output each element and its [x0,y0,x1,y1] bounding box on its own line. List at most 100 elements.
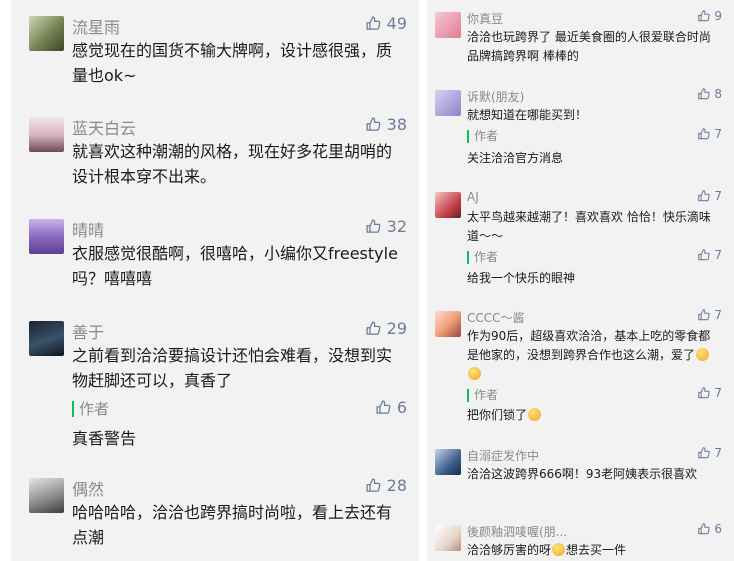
like-count: 9 [714,9,722,23]
thumbs-up-icon [366,16,380,30]
author-reply-text: 把你们锁了 [467,406,542,423]
commenter-name[interactable]: 流星雨 [72,14,120,38]
like-count: 7 [714,127,722,141]
author-reply-body: 把你们锁了 [467,408,528,422]
comment-text: 洽洽这波跨界666啊！93老阿姨表示很喜欢 [467,467,698,481]
avatar[interactable] [435,192,461,218]
author-reply-label: 作者 [467,130,498,143]
like-button[interactable]: 49 [365,14,407,33]
like-count: 38 [386,115,407,134]
author-reply-text: 真香警告 [72,429,137,448]
commenter-name[interactable]: 偶然 [72,476,104,500]
commenter-name[interactable]: CCCC～酱 [467,309,525,326]
comment-item: 後颜釉泗唛喔(朋... 6 洽洽够厉害的呀 想去买一件 [427,521,734,561]
avatar[interactable] [29,16,64,51]
author-reply-label: 作者 [467,389,498,402]
comment-item: 你真豆 9 洽洽也玩跨界了 最近美食圈的人很爱联合时尚品牌搞跨界啊 棒棒的 [427,8,734,68]
author-like-button[interactable]: 7 [697,248,722,262]
grinning-emoji-icon [696,348,710,361]
comment-text: 太平鸟越来越潮了！喜欢喜欢 恰恰！快乐滴味道～～ [467,210,711,243]
like-count: 7 [714,446,722,460]
like-count: 7 [714,248,722,262]
avatar[interactable] [29,478,64,513]
comment-text: 之前看到洽洽要搞设计还怕会难看，没想到实物赶脚还可以，真香了 [72,346,393,390]
author-reply-label: 作者 [467,251,498,264]
comment-text: 哈哈哈哈，洽洽也跨界搞时尚啦，看上去还有点潮 [72,503,393,547]
thumbs-up-icon [697,128,710,140]
like-count: 28 [386,476,407,495]
comment-item: CCCC～酱 7 作为90后，超级喜欢洽洽，基本上吃的零食都是他家的，没想到跨界… [427,307,734,427]
comment-item: 自溺症发作中 7 洽洽这波跨界666啊！93老阿姨表示很喜欢 [427,445,734,505]
like-count: 6 [396,398,407,417]
like-button[interactable]: 32 [365,217,407,236]
grinning-emoji-icon [552,543,566,556]
comment-text: 就喜欢这种潮潮的风格，现在好多花里胡哨的设计根本穿不出来。 [72,142,393,186]
avatar[interactable] [435,12,461,38]
thumbs-up-icon [697,88,710,100]
grinning-emoji-icon [468,367,481,380]
like-count: 29 [386,319,407,338]
avatar[interactable] [435,90,461,116]
thumbs-up-icon [366,321,380,335]
avatar[interactable] [435,525,461,551]
thumbs-up-icon [366,478,380,492]
comment-text: 作为90后，超级喜欢洽洽，基本上吃的零食都是他家的，没想到跨界合作也这么潮，爱了 [467,327,722,384]
commenter-name[interactable]: AJ [467,190,479,204]
like-count: 32 [386,217,407,236]
like-button[interactable]: 9 [697,9,722,23]
left-comment-panel: 流星雨 49 感觉现在的国货不输大牌啊，设计感很强，质量也ok~ 蓝天白云 38… [11,0,419,561]
like-count: 8 [714,87,722,101]
commenter-name[interactable]: 自溺症发作中 [467,447,539,464]
author-like-button[interactable]: 7 [697,386,722,400]
comment-text-part: 洽洽够厉害的呀 [467,543,552,557]
like-button[interactable]: 7 [697,189,722,203]
comment-text-part: 想去买一件 [566,543,627,557]
like-button[interactable]: 29 [365,319,407,338]
commenter-name[interactable]: 後颜釉泗唛喔(朋... [467,523,567,540]
like-button[interactable]: 28 [365,476,407,495]
like-button[interactable]: 6 [697,522,722,536]
thumbs-up-icon [697,10,710,22]
thumbs-up-icon [697,387,710,399]
like-count: 7 [714,386,722,400]
like-button[interactable]: 8 [697,87,722,101]
thumbs-up-icon [697,249,710,261]
avatar[interactable] [29,219,64,254]
thumbs-up-icon [376,400,391,414]
grinning-emoji-icon [528,408,542,421]
like-button[interactable]: 38 [365,115,407,134]
like-count: 7 [714,308,722,322]
like-count: 6 [714,522,722,536]
like-count: 49 [386,14,407,33]
avatar[interactable] [29,321,64,356]
thumbs-up-icon [697,447,710,459]
comment-item: AJ 7 太平鸟越来越潮了！喜欢喜欢 恰恰！快乐滴味道～～ 作者 7 给我一个快… [427,188,734,288]
commenter-name[interactable]: 诉默(朋友) [467,88,524,105]
comment-item: 偶然 28 哈哈哈哈，洽洽也跨界搞时尚啦，看上去还有点潮 [11,472,419,557]
thumbs-up-icon [697,309,710,321]
avatar[interactable] [435,311,461,337]
thumbs-up-icon [697,523,710,535]
commenter-name[interactable]: 晴晴 [72,217,104,241]
author-like-button[interactable]: 6 [375,398,407,417]
avatar[interactable] [29,117,64,152]
comment-item: 诉默(朋友) 8 就想知道在哪能买到！ 作者 7 关注洽洽官方消息 [427,86,734,171]
comment-text: 衣服感觉很酷啊，很嘻哈，小编你又freestyle吗？嘻嘻嘻 [72,244,398,288]
thumbs-up-icon [366,219,380,233]
author-reply-label: 作者 [72,401,109,417]
like-button[interactable]: 7 [697,308,722,322]
author-like-button[interactable]: 7 [697,127,722,141]
commenter-name[interactable]: 蓝天白云 [72,115,136,139]
right-comment-panel: 你真豆 9 洽洽也玩跨界了 最近美食圈的人很爱联合时尚品牌搞跨界啊 棒棒的 诉默… [427,0,734,561]
comment-text: 洽洽也玩跨界了 最近美食圈的人很爱联合时尚品牌搞跨界啊 棒棒的 [467,30,711,63]
thumbs-up-icon [366,117,380,131]
comment-text: 感觉现在的国货不输大牌啊，设计感很强，质量也ok~ [72,41,393,85]
comment-text-body: 作为90后，超级喜欢洽洽，基本上吃的零食都是他家的，没想到跨界合作也这么潮，爱了 [467,329,711,362]
comment-item: 善于 29 之前看到洽洽要搞设计还怕会难看，没想到实物赶脚还可以，真香了 作者 … [11,315,419,455]
author-reply-text: 给我一个快乐的眼神 [467,271,576,285]
avatar[interactable] [435,449,461,475]
commenter-name[interactable]: 你真豆 [467,10,503,27]
comment-text: 就想知道在哪能买到！ [467,108,588,122]
commenter-name[interactable]: 善于 [72,319,104,343]
like-button[interactable]: 7 [697,446,722,460]
